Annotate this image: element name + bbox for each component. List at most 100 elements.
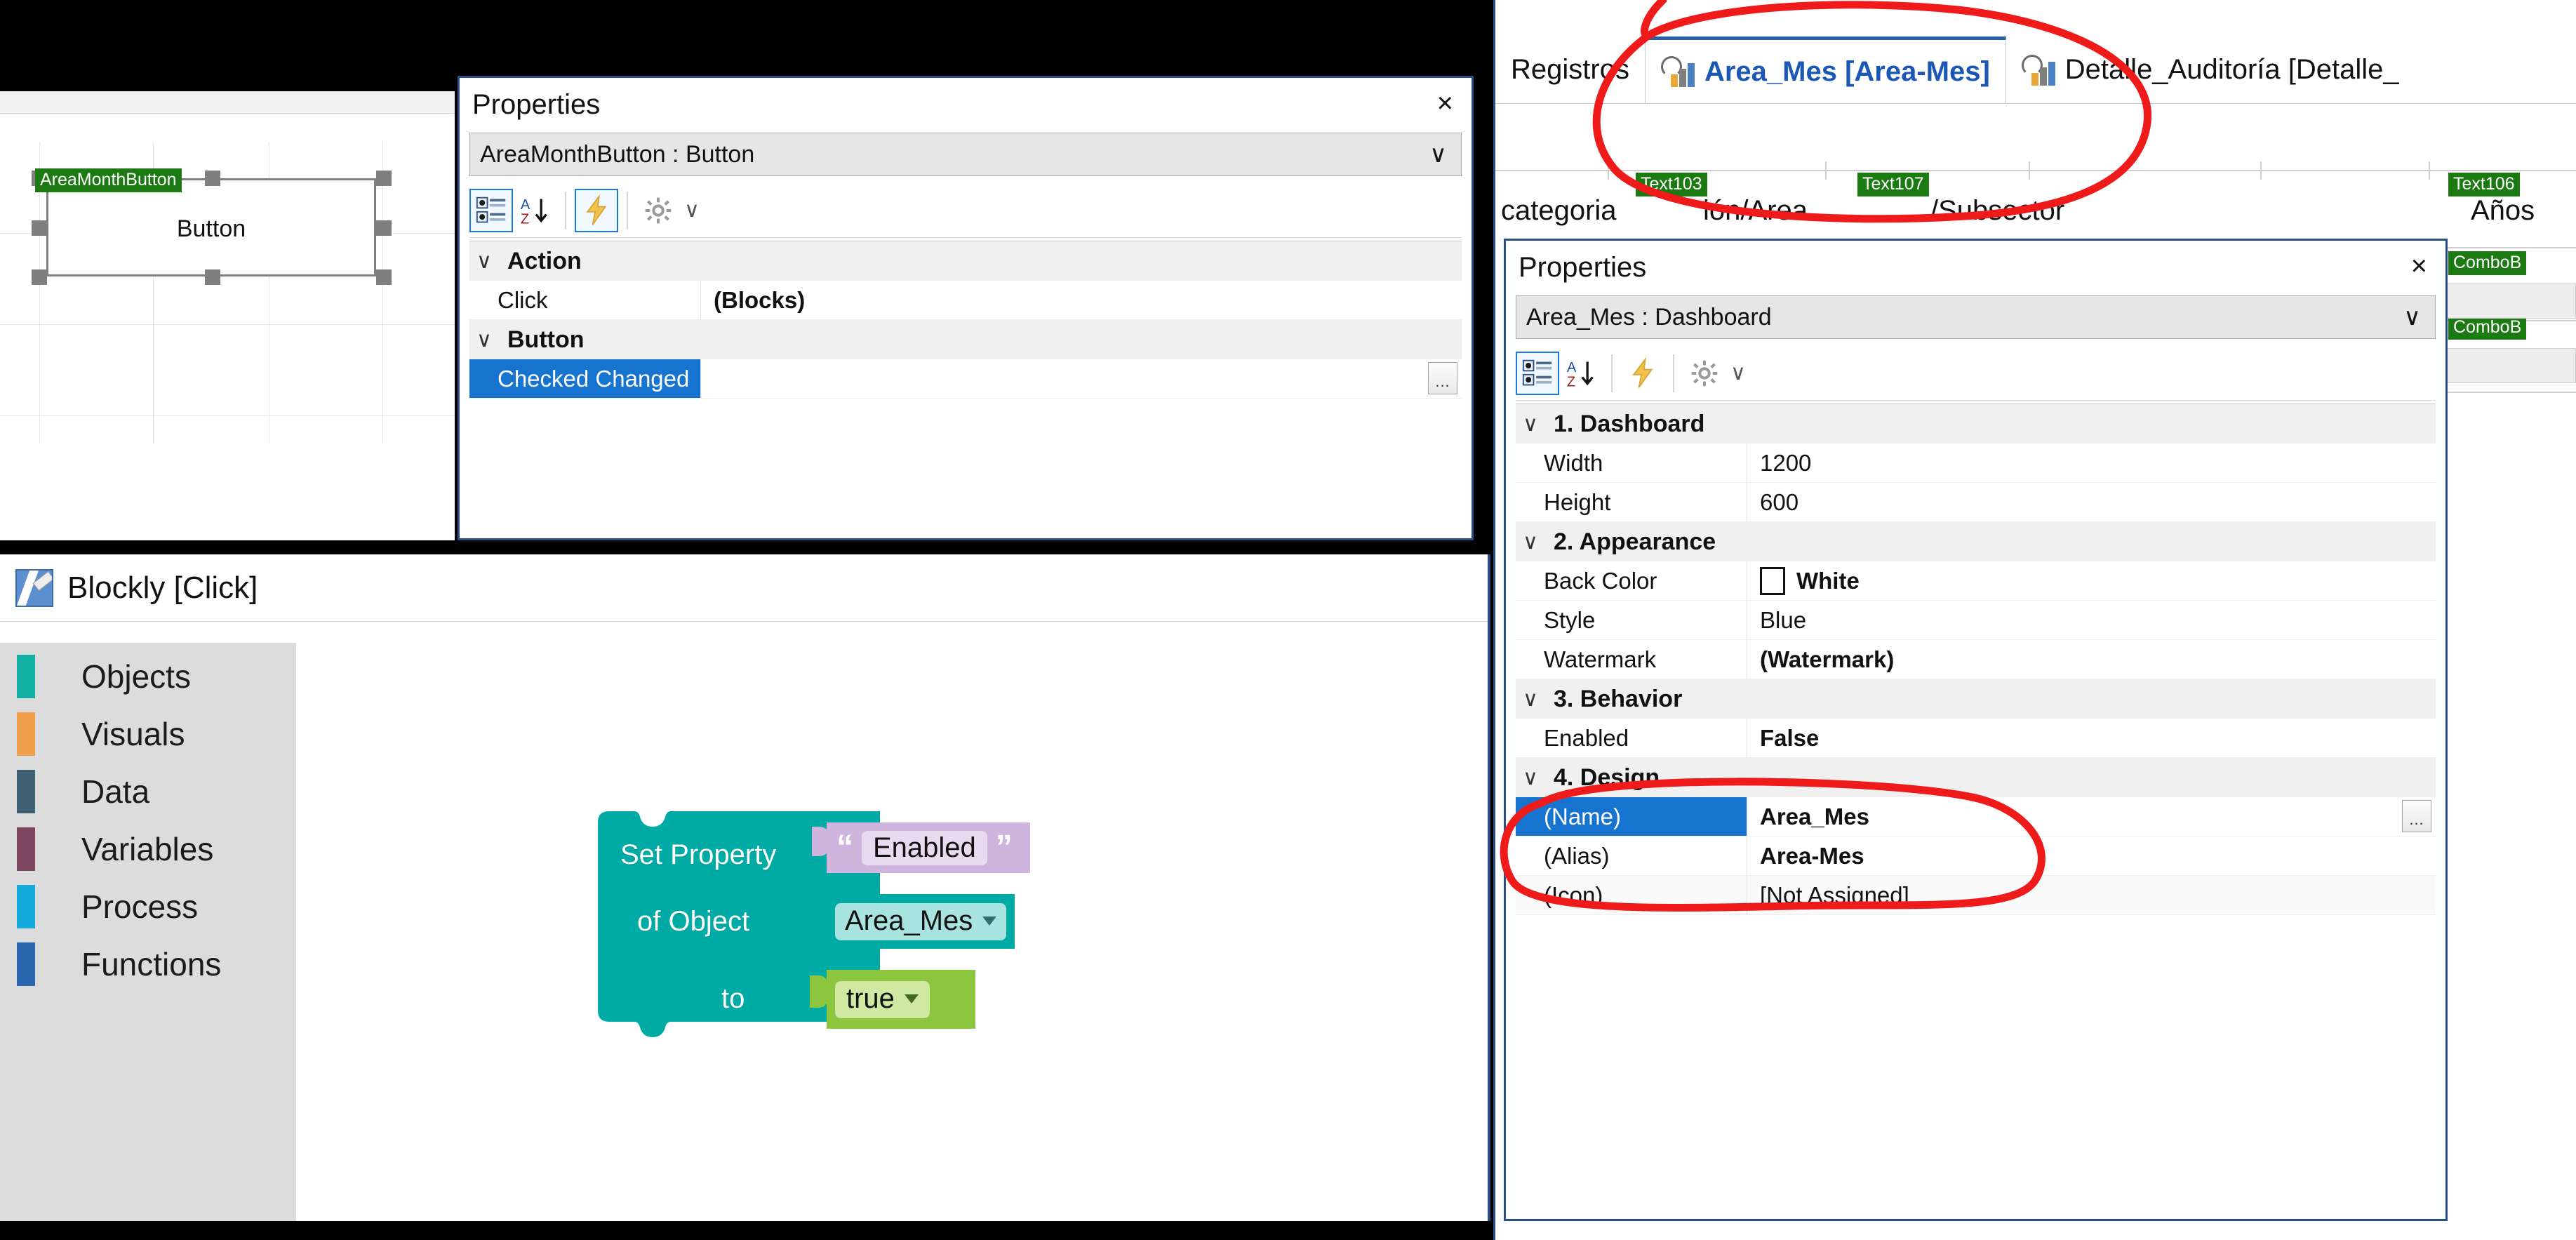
color-swatch[interactable] [1760,566,1785,595]
gear-icon[interactable] [1683,352,1726,395]
chevron-down-icon[interactable]: ∨ [476,249,507,274]
toolbox-item-visuals[interactable]: Visuals [0,710,296,758]
property-value[interactable]: Blue [1747,601,2436,639]
property-value[interactable]: (Watermark) [1747,640,2436,679]
resize-handle-se[interactable] [376,269,392,285]
property-group-header[interactable]: ∨ Button [469,320,1462,359]
set-property-block[interactable]: Set Property “ Enabled ” of Object Area_… [598,811,1103,1050]
category-color-swatch [17,827,35,871]
resize-handle-w[interactable] [32,220,47,236]
property-value[interactable]: 600 [1747,483,2436,521]
table-row[interactable]: Width 1200 [1516,444,2436,483]
property-value[interactable]: Area_Mes [1747,797,2436,836]
category-color-swatch [17,942,35,986]
dashboard-chart-icon [1660,56,1695,87]
events-lightning-icon[interactable] [575,188,618,232]
object-selector-left[interactable]: AreaMonthButton : Button ∨ [469,133,1462,176]
property-value[interactable]: 1200 [1747,444,2436,482]
property-key[interactable]: Checked Changed [469,359,701,398]
properties-panel-right[interactable]: Properties × Area_Mes : Dashboard ∨ A Z … [1504,239,2448,1221]
chevron-down-icon[interactable]: ∨ [1523,687,1554,712]
chevron-down-icon[interactable]: ∨ [1429,140,1447,168]
close-icon[interactable]: × [1437,89,1453,117]
properties-left-toolbar[interactable]: A Z ∨ [469,183,1462,238]
property-value[interactable]: [Not Assigned] [1747,876,2436,914]
block-field-property[interactable]: Enabled [862,830,987,865]
chevron-down-icon[interactable]: ∨ [1523,766,1554,790]
property-group-label: 1. Dashboard [1554,410,1705,437]
block-label-of-object: of Object [637,906,750,937]
object-selector-right[interactable]: Area_Mes : Dashboard ∨ [1516,295,2436,339]
toolbox-item-functions[interactable]: Functions [0,940,296,988]
property-value-backcolor[interactable]: White [1747,561,2436,600]
resize-handle-ne[interactable] [376,171,392,186]
chevron-down-icon[interactable] [904,994,919,1004]
toolbox-item-objects[interactable]: Objects [0,653,296,700]
blockly-window[interactable]: Blockly [Click] Objects Visuals Data Var… [0,554,1490,1221]
alphabetical-sort-icon[interactable]: A Z [513,189,556,232]
table-row[interactable]: Click (Blocks) [469,281,1462,320]
tab-area-mes[interactable]: Area_Mes [Area-Mes] [1644,36,2006,103]
ellipsis-button[interactable]: ... [2402,800,2431,832]
left-design-canvas[interactable]: Button AreaMonthButton [0,91,455,540]
property-value[interactable]: Area-Mes [1747,836,2436,875]
property-value[interactable]: (Blocks) [701,281,1462,319]
table-row[interactable]: Checked Changed ... [469,359,1462,399]
chevron-down-icon[interactable]: ∨ [684,198,700,222]
table-row[interactable]: Height 600 [1516,483,2436,522]
chevron-down-icon[interactable]: ∨ [1523,412,1554,436]
toolbox-item-variables[interactable]: Variables [0,825,296,873]
block-field-boolean[interactable]: true [835,980,930,1018]
blockly-workspace[interactable]: Set Property “ Enabled ” of Object Area_… [296,643,1488,1221]
property-group-header[interactable]: ∨ 1. Dashboard [1516,404,2436,444]
chevron-down-icon[interactable]: ∨ [2403,303,2421,331]
table-row[interactable]: Back Color White [1516,561,2436,601]
property-group-header[interactable]: ∨ Action [469,241,1462,281]
toolbox-item-data[interactable]: Data [0,768,296,815]
property-value[interactable] [701,359,1462,398]
table-row[interactable]: Watermark (Watermark) [1516,640,2436,679]
table-row[interactable]: Style Blue [1516,601,2436,640]
designer-tabbar[interactable]: Registros Area_Mes [Area-Mes] Detalle_Au… [1495,36,2576,104]
property-key[interactable]: (Name) [1516,797,1747,836]
table-row[interactable]: (Alias) Area-Mes [1516,836,2436,876]
categorized-view-icon[interactable] [469,188,513,232]
object-value-block[interactable]: Area_Mes [827,894,1015,949]
resize-handle-sw[interactable] [32,269,47,285]
boolean-value-block[interactable]: true [827,970,975,1029]
combobox-placeholder[interactable] [2443,284,2576,319]
resize-handle-s[interactable] [205,269,220,285]
combobox-placeholder[interactable] [2443,348,2576,383]
table-row[interactable]: Enabled False [1516,719,2436,758]
toolbox-item-process[interactable]: Process [0,883,296,931]
blockly-toolbox[interactable]: Objects Visuals Data Variables Process F… [0,643,296,1221]
property-value[interactable]: False [1747,719,2436,757]
properties-right-grid[interactable]: ∨ 1. Dashboard Width 1200 Height 600 ∨ 2… [1516,404,2436,915]
close-icon[interactable]: × [2411,252,2427,280]
chevron-down-icon[interactable]: ∨ [476,328,507,352]
properties-panel-left[interactable]: Properties × AreaMonthButton : Button ∨ [458,76,1474,540]
canvas-grid[interactable]: Button AreaMonthButton [0,114,455,540]
ellipsis-button[interactable]: ... [1428,362,1457,394]
property-group-header[interactable]: ∨ 4. Design [1516,758,2436,797]
categorized-view-icon[interactable] [1516,351,1559,395]
resize-handle-n[interactable] [205,171,220,186]
table-row[interactable]: (Name) Area_Mes ... [1516,797,2436,836]
resize-handle-e[interactable] [376,220,392,236]
properties-right-toolbar[interactable]: A Z ∨ [1516,346,2436,401]
properties-left-grid[interactable]: ∨ Action Click (Blocks) ∨ Button Checked… [469,241,1462,399]
gear-icon[interactable] [636,189,680,232]
tab-registros[interactable]: Registros [1495,36,1645,103]
table-row[interactable]: (Icon) [Not Assigned] [1516,876,2436,915]
chevron-down-icon[interactable]: ∨ [1523,530,1554,554]
alphabetical-sort-icon[interactable]: A Z [1559,352,1603,395]
block-field-object[interactable]: Area_Mes [835,902,1007,940]
selected-button-control[interactable]: Button [46,178,376,276]
string-value-block[interactable]: “ Enabled ” [827,822,1030,873]
property-group-header[interactable]: ∨ 3. Behavior [1516,679,2436,719]
tab-detalle-auditoria[interactable]: Detalle_Auditoría [Detalle_ [2006,36,2415,103]
chevron-down-icon[interactable] [982,916,997,926]
property-group-header[interactable]: ∨ 2. Appearance [1516,522,2436,561]
chevron-down-icon[interactable]: ∨ [1730,361,1746,385]
events-lightning-icon[interactable] [1621,352,1664,395]
